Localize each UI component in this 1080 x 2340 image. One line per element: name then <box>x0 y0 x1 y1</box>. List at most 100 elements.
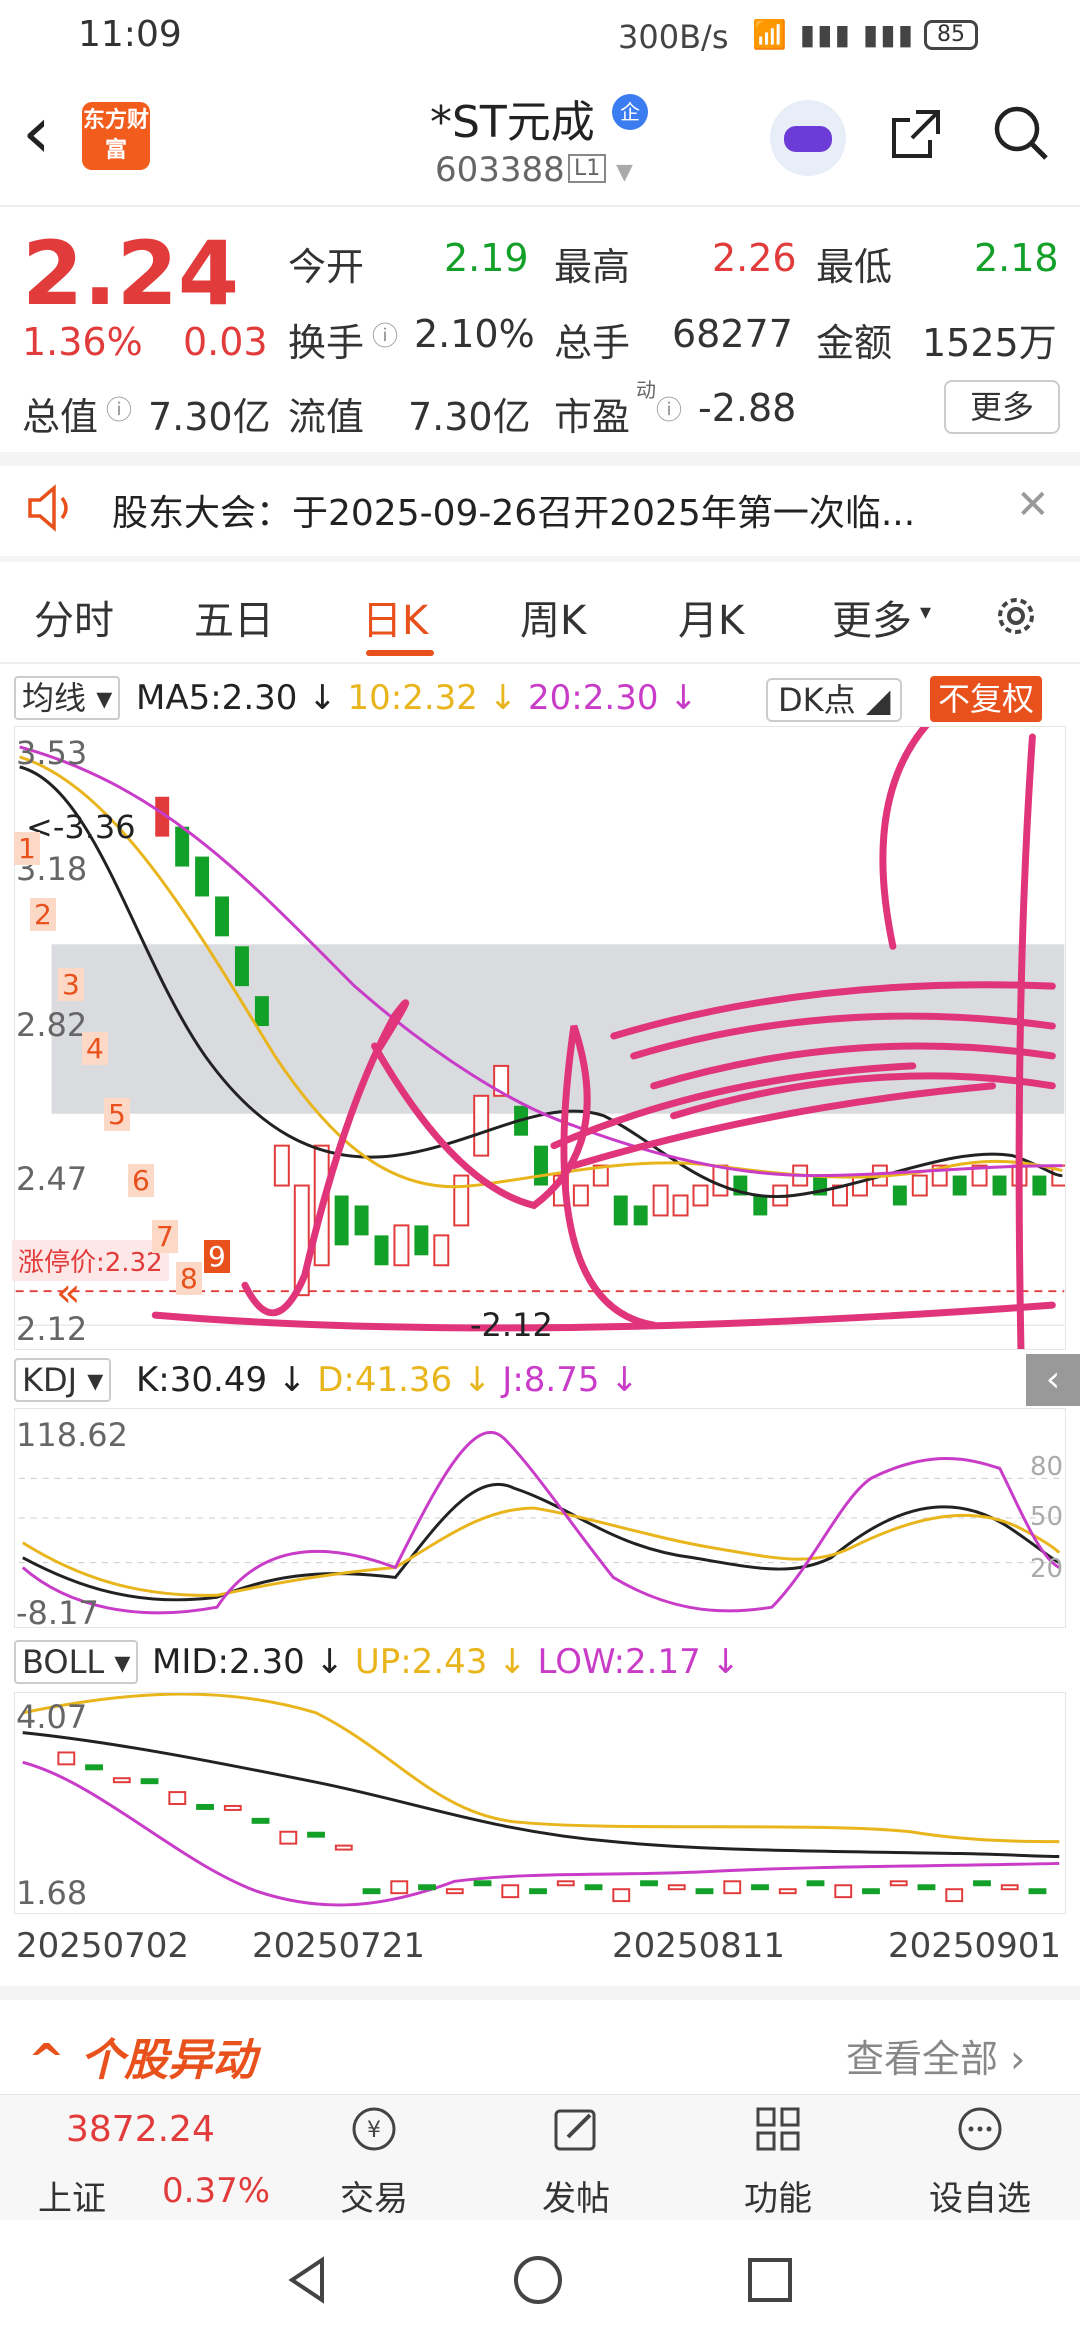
boll-candle <box>501 1884 520 1899</box>
adjust-button[interactable]: 不复权 <box>930 676 1043 722</box>
boll-candle <box>334 1844 353 1851</box>
tab-more[interactable]: 更多 <box>832 588 912 646</box>
kline-chart[interactable] <box>14 726 1066 1350</box>
float-label: 流值 <box>288 395 365 439</box>
ma-selector-label: 均线 <box>22 679 87 717</box>
date-axis: 20250702 20250721 20250811 20250901 <box>0 1926 1080 1976</box>
section-divider <box>0 452 1080 466</box>
watchlist-button[interactable]: 设自选 <box>910 2095 1050 2221</box>
candle <box>414 1225 429 1256</box>
kdj-y-bottom: -8.17 <box>16 1594 99 1632</box>
boll-candle <box>529 1888 547 1895</box>
ma-selector[interactable]: 均线 ▾ <box>14 676 121 720</box>
boll-candle <box>196 1803 214 1810</box>
candle <box>254 996 269 1027</box>
change-amount: 0.03 <box>183 320 268 364</box>
info-icon[interactable]: ⓘ <box>656 390 682 427</box>
boll-selector[interactable]: BOLL ▾ <box>14 1640 139 1684</box>
battery-icon: 85 <box>924 20 978 50</box>
level-badge[interactable]: L1 <box>568 154 607 183</box>
chevron-down-icon[interactable]: ▼ <box>616 160 633 185</box>
boll-candle <box>667 1884 686 1891</box>
pe-label: 市盈 <box>554 395 631 439</box>
max-marker: <-3.36 <box>26 808 136 846</box>
boll-candle <box>806 1880 825 1887</box>
kdj-ref-80: 80 <box>1030 1452 1064 1482</box>
high-value: 2.26 <box>712 236 797 280</box>
candle <box>534 1145 548 1186</box>
y-label: 2.47 <box>16 1160 88 1198</box>
gear-icon[interactable] <box>990 590 1042 642</box>
collapse-panel-icon[interactable]: ‹ <box>1026 1354 1080 1406</box>
limit-price-label: 涨停价:2.32 <box>12 1240 169 1281</box>
signal-icon: 📶 ▮▮▮ ▮▮▮ <box>752 18 916 51</box>
notice-bar[interactable]: 股东大会：于2025-09-26召开2025年第一次临... ✕ <box>0 470 1080 550</box>
boll-candle <box>584 1884 603 1891</box>
trade-button[interactable]: ¥ 交易 <box>304 2095 444 2221</box>
post-button[interactable]: 发帖 <box>506 2095 646 2221</box>
tab-daily-k[interactable]: 日K <box>362 588 428 646</box>
kdj-row: KDJ ▾ K:30.49 ↓ D:41.36 ↓ J:8.75 ↓ ‹ <box>0 1354 1080 1406</box>
search-icon[interactable] <box>990 102 1052 164</box>
stock-movers-header: ^ 个股异动 查看全部 › <box>0 2020 1080 2086</box>
view-all-link[interactable]: 查看全部 › <box>846 2028 1025 2083</box>
share-icon[interactable] <box>886 104 946 164</box>
amount-label: 金额 <box>816 321 893 365</box>
tab-intraday[interactable]: 分时 <box>34 588 114 646</box>
boll-candle <box>445 1888 464 1895</box>
bottom-toolbar: 3872.24 上证 0.37% ¥ 交易 发帖 功能 设自选 <box>0 2094 1080 2220</box>
tab-monthly-k[interactable]: 月K <box>678 588 744 646</box>
candle <box>393 1224 410 1267</box>
edit-icon <box>554 2109 596 2151</box>
grid-icon <box>756 2107 800 2151</box>
close-icon[interactable]: ✕ <box>1016 482 1050 528</box>
ma5-value: MA5:2.30 <box>136 678 298 718</box>
back-icon[interactable]: ‹ <box>22 96 51 168</box>
ai-assistant-icon[interactable] <box>770 100 846 176</box>
boll-mid: MID:2.30 <box>152 1642 305 1682</box>
nav-home-icon[interactable] <box>512 2254 564 2306</box>
dk-label: DK点 <box>778 681 856 719</box>
tabs-divider <box>0 662 1080 664</box>
candle <box>215 896 229 937</box>
boll-candle <box>57 1751 76 1766</box>
candle <box>374 1235 389 1266</box>
candle <box>354 1205 369 1236</box>
date-label: 20250702 <box>16 1926 190 1966</box>
nav-recents-icon[interactable] <box>744 2254 796 2306</box>
y-label: 2.82 <box>16 1006 88 1044</box>
low-value: 2.18 <box>974 236 1059 280</box>
countdown-marker: 9 <box>204 1240 230 1273</box>
countdown-marker: 2 <box>30 898 56 931</box>
pe-superscript: 动 <box>636 378 656 402</box>
ma10-value: 10:2.32 <box>347 678 478 718</box>
more-button[interactable]: 更多 <box>944 380 1060 434</box>
tab-five-day[interactable]: 五日 <box>194 588 274 646</box>
kdj-selector[interactable]: KDJ ▾ <box>14 1358 112 1402</box>
boll-candles <box>57 1751 1047 1903</box>
functions-label: 功能 <box>744 2179 812 2219</box>
candle <box>1032 1175 1047 1196</box>
boll-candle <box>751 1884 769 1891</box>
index-ticker[interactable]: 3872.24 上证 0.37% <box>0 2095 270 2221</box>
period-tabs: 分时 五日 日K 周K 月K 更多 ▾ <box>0 570 1080 662</box>
kdj-chart <box>14 1408 1066 1628</box>
boll-candle <box>640 1880 658 1887</box>
tab-weekly-k[interactable]: 周K <box>520 588 586 646</box>
functions-button[interactable]: 功能 <box>708 2095 848 2221</box>
boll-candle <box>223 1804 242 1811</box>
date-label: 20250901 <box>888 1926 1062 1966</box>
scroll-left-icon[interactable]: « <box>56 1270 80 1316</box>
info-icon[interactable]: ⓘ <box>372 316 398 353</box>
movers-title-text: 个股异动 <box>80 2035 257 2086</box>
candle <box>195 856 210 897</box>
boll-candle <box>168 1791 187 1805</box>
boll-row: BOLL ▾ MID:2.30 ↓ UP:2.43 ↓ LOW:2.17 ↓ <box>0 1636 1080 1688</box>
info-icon[interactable]: ⓘ <box>106 390 132 427</box>
boll-candle <box>556 1880 575 1887</box>
nav-back-icon[interactable] <box>282 2254 334 2306</box>
boll-selector-label: BOLL <box>22 1643 105 1681</box>
index-name: 上证 <box>38 2179 106 2219</box>
candle <box>334 1195 349 1246</box>
dk-point-button[interactable]: DK点 ◢ <box>766 678 903 722</box>
